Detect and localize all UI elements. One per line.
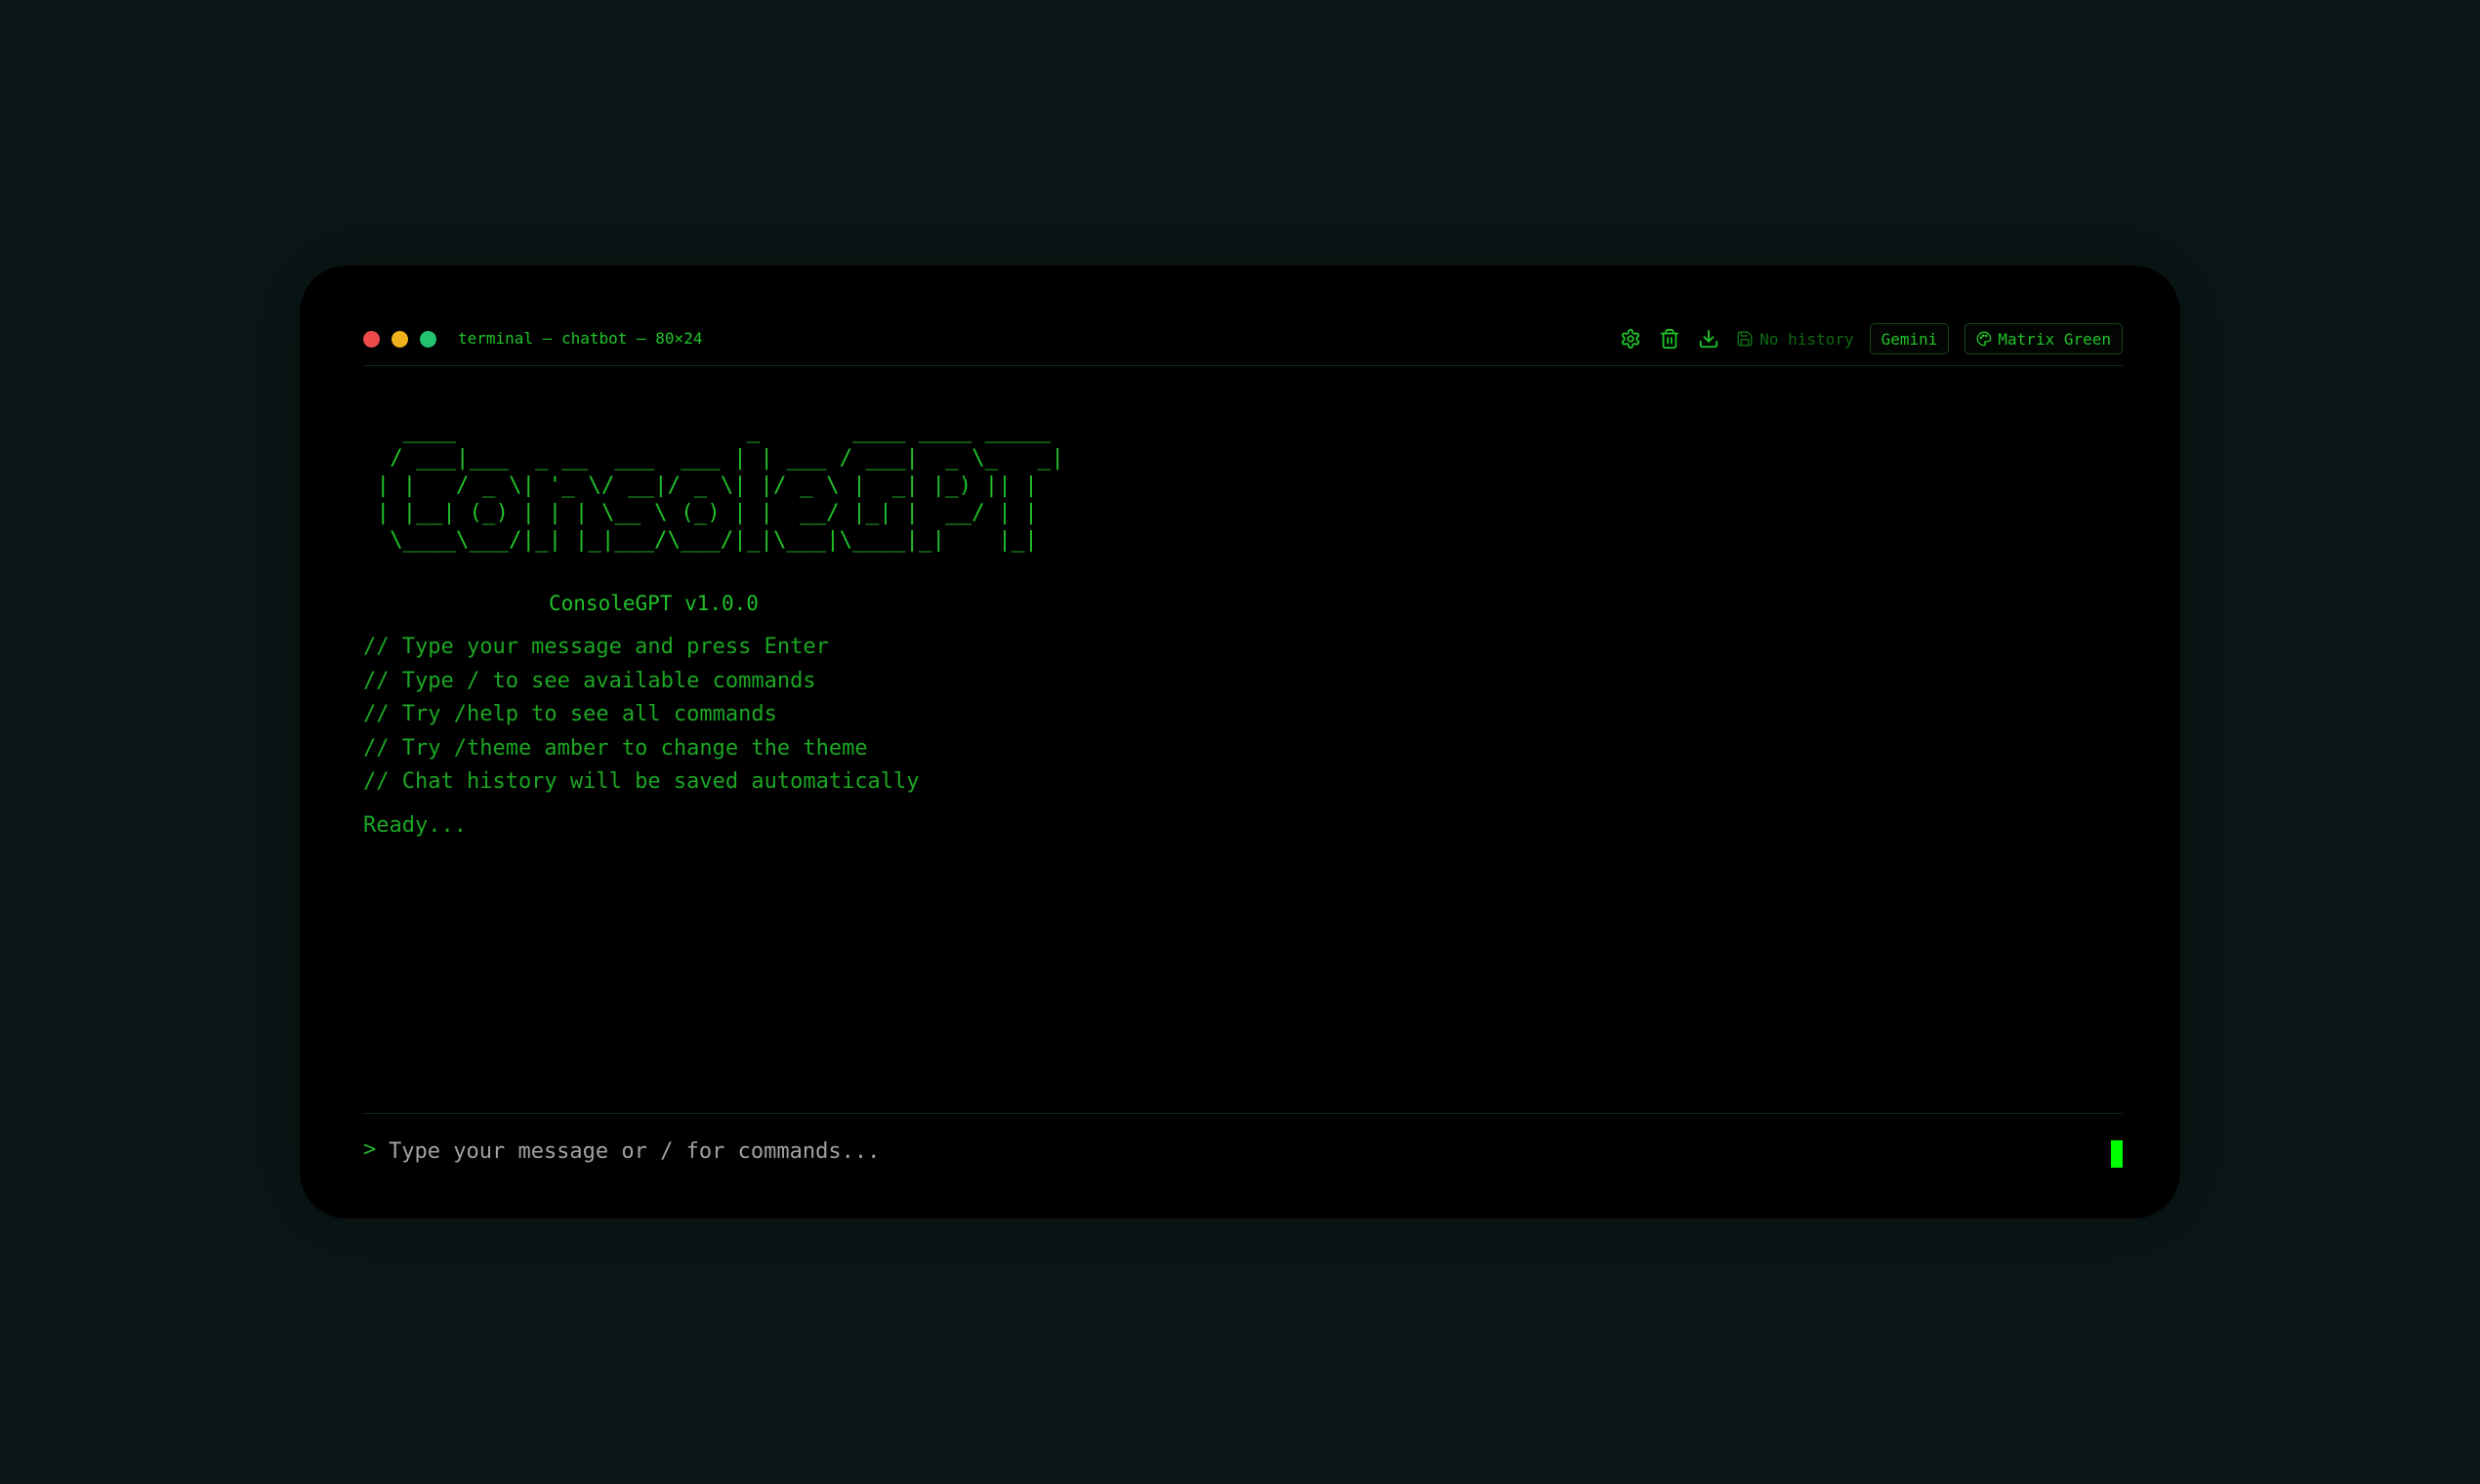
model-label: Gemini [1881, 329, 1938, 349]
terminal-window: terminal — chatbot — 80×24 No history Ge… [300, 266, 2180, 1218]
title-bar: terminal — chatbot — 80×24 No history Ge… [363, 323, 2123, 366]
block-cursor [2111, 1140, 2123, 1168]
hint-line: // Chat history will be saved automatica… [363, 769, 920, 794]
hint-line: // Type your message and press Enter [363, 635, 829, 659]
hint-line: // Type / to see available commands [363, 668, 816, 693]
theme-badge[interactable]: Matrix Green [1964, 323, 2123, 354]
ready-status: Ready... [363, 813, 467, 838]
maximize-window-dot[interactable] [420, 331, 436, 348]
hint-line: // Try /help to see all commands [363, 702, 777, 726]
save-icon [1737, 331, 1753, 347]
history-status: No history [1736, 329, 1854, 349]
close-window-dot[interactable] [363, 331, 380, 348]
hint-list: // Type your message and press Enter // … [363, 631, 920, 800]
gear-icon[interactable] [1619, 327, 1642, 350]
model-badge[interactable]: Gemini [1869, 323, 1950, 354]
command-input[interactable] [389, 1132, 2048, 1171]
history-label: No history [1759, 329, 1854, 349]
toolbar: No history Gemini Matrix Green [1603, 323, 2123, 354]
trash-icon[interactable] [1658, 327, 1681, 350]
window-title: terminal — chatbot — 80×24 [458, 329, 703, 348]
minimize-window-dot[interactable] [392, 331, 408, 348]
theme-label: Matrix Green [1998, 329, 2111, 349]
palette-icon [1977, 331, 1992, 347]
prompt-symbol: > [363, 1137, 377, 1162]
hint-line: // Try /theme amber to change the theme [363, 735, 868, 761]
version-label: ConsoleGPT v1.0.0 [549, 592, 759, 615]
window-controls [363, 331, 436, 348]
ascii-logo: ____ _ ____ ____ _____ / ___|___ _ __ __… [376, 418, 1064, 553]
download-icon[interactable] [1697, 327, 1720, 350]
command-input-row: > [363, 1113, 2123, 1192]
